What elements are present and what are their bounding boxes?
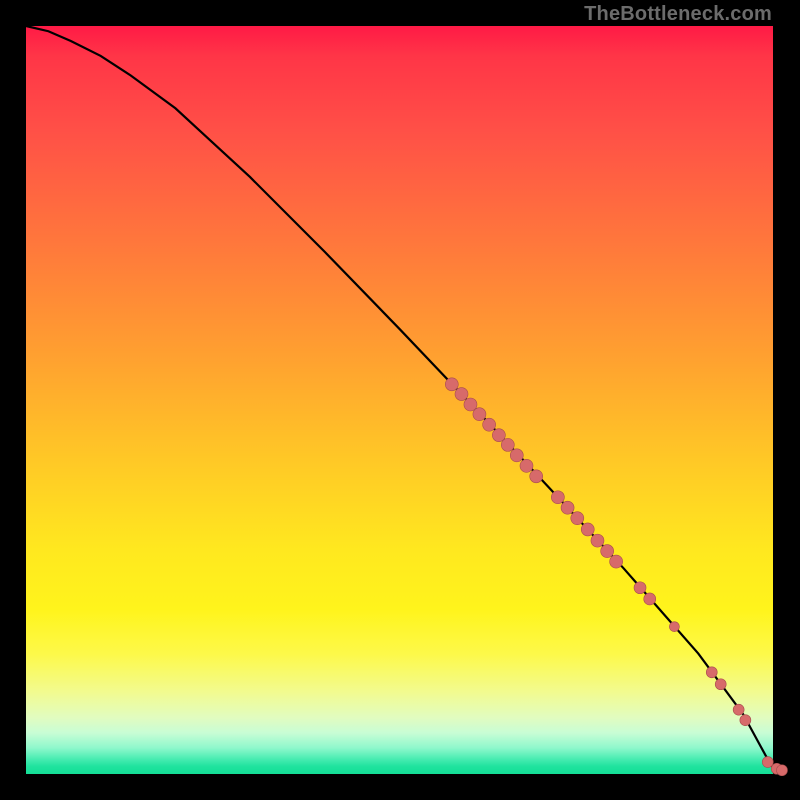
data-point (510, 449, 523, 462)
data-point (551, 491, 564, 504)
data-point (501, 438, 514, 451)
points-group (445, 378, 787, 776)
data-point (706, 667, 717, 678)
data-point (464, 398, 477, 411)
data-point (473, 408, 486, 421)
data-point (561, 501, 574, 514)
data-point (591, 534, 604, 547)
data-point (776, 765, 787, 776)
chart-frame: TheBottleneck.com (0, 0, 800, 800)
data-point (733, 704, 744, 715)
data-point (740, 715, 751, 726)
watermark-text: TheBottleneck.com (584, 3, 772, 26)
data-point (762, 757, 773, 768)
data-point (715, 679, 726, 690)
data-point (610, 555, 623, 568)
data-point (445, 378, 458, 391)
data-point (634, 582, 646, 594)
chart-overlay (26, 26, 773, 774)
data-point (455, 388, 468, 401)
data-point (483, 418, 496, 431)
data-point (571, 512, 584, 525)
data-point (644, 593, 656, 605)
data-point (520, 459, 533, 472)
data-point (581, 523, 594, 536)
data-point (601, 545, 614, 558)
trend-curve (26, 26, 773, 768)
data-point (530, 470, 543, 483)
data-point (669, 622, 679, 632)
